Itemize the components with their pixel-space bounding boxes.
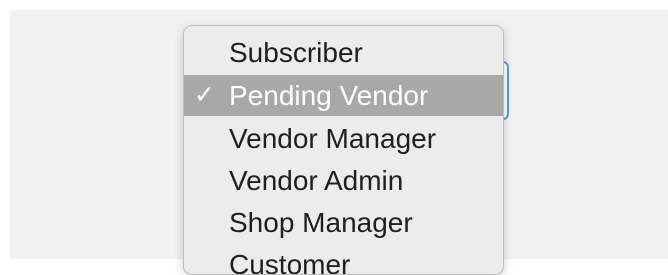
dropdown-option-vendor-admin[interactable]: Vendor Admin — [184, 160, 503, 201]
dropdown-option-pending-vendor[interactable]: ✓ Pending Vendor — [184, 75, 503, 116]
option-label: Vendor Manager — [229, 123, 437, 154]
option-label: Pending Vendor — [229, 80, 429, 111]
option-label: Shop Manager — [229, 207, 413, 238]
option-label: Vendor Admin — [229, 165, 404, 196]
dropdown-option-customer[interactable]: Customer — [184, 244, 503, 275]
role-dropdown-menu[interactable]: Subscriber ✓ Pending Vendor Vendor Manag… — [183, 25, 504, 275]
option-label: Subscriber — [229, 37, 363, 68]
dropdown-option-vendor-manager[interactable]: Vendor Manager — [184, 118, 503, 159]
dropdown-option-subscriber[interactable]: Subscriber — [184, 32, 503, 73]
dropdown-option-shop-manager[interactable]: Shop Manager — [184, 202, 503, 243]
option-label: Customer — [229, 249, 351, 275]
checkmark-icon: ✓ — [194, 81, 215, 109]
